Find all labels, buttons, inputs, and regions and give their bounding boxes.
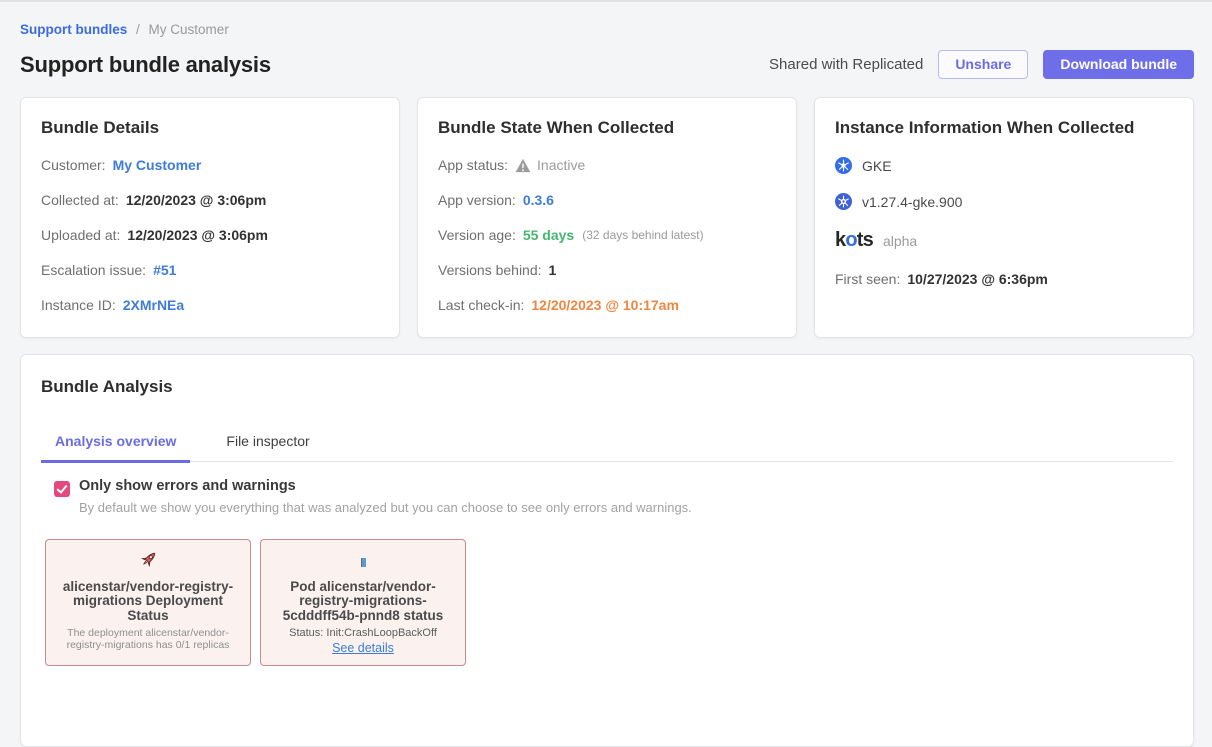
customer-row: Customer: My Customer — [41, 157, 379, 173]
see-details-link[interactable]: See details — [332, 641, 394, 655]
escalation-issue-link[interactable]: #51 — [153, 262, 176, 278]
bundle-state-title: Bundle State When Collected — [438, 118, 776, 138]
version-age-value: 55 days — [523, 227, 574, 243]
instance-info-card: Instance Information When Collected — [814, 97, 1194, 338]
errors-warnings-filter: Only show errors and warnings By default… — [54, 478, 1173, 515]
analysis-tabs: Analysis overview File inspector — [41, 425, 1173, 462]
breadcrumb-current: My Customer — [149, 22, 229, 37]
version-age-note: (32 days behind latest) — [582, 228, 703, 242]
escalation-issue-row: Escalation issue: #51 — [41, 262, 379, 278]
first-seen-value: 10/27/2023 @ 6:36pm — [907, 271, 1048, 287]
header-actions: Shared with Replicated Unshare Download … — [769, 50, 1194, 79]
collected-at-value: 12/20/2023 @ 3:06pm — [126, 192, 267, 208]
last-checkin-value: 12/20/2023 @ 10:17am — [531, 297, 679, 313]
app-version-row: App version: 0.3.6 — [438, 192, 776, 208]
error-icon-row — [269, 550, 457, 574]
collected-at-row: Collected at: 12/20/2023 @ 3:06pm — [41, 192, 379, 208]
shared-status-text: Shared with Replicated — [769, 56, 923, 73]
breadcrumb-separator: / — [136, 22, 140, 37]
breadcrumb-support-bundles-link[interactable]: Support bundles — [20, 22, 127, 37]
app-status-row: App status: Inactive — [438, 157, 776, 173]
bundle-details-title: Bundle Details — [41, 118, 379, 138]
kots-logo: kots — [835, 229, 873, 252]
last-checkin-row: Last check-in: 12/20/2023 @ 10:17am — [438, 297, 776, 313]
deployment-status-error-card[interactable]: alicenstar/vendor-registry-migrations De… — [45, 539, 251, 666]
support-bundle-page: Support bundles / My Customer Support bu… — [0, 2, 1212, 747]
kots-channel-value: alpha — [883, 233, 917, 249]
version-age-label: Version age: — [438, 227, 516, 243]
version-age-row: Version age: 55 days (32 days behind lat… — [438, 227, 776, 243]
kots-logo-k: k — [835, 229, 845, 251]
unshare-button[interactable]: Unshare — [938, 50, 1028, 79]
app-version-label: App version: — [438, 192, 516, 208]
errors-warnings-checkbox[interactable] — [54, 481, 70, 497]
bundle-analysis-card: Bundle Analysis Analysis overview File i… — [20, 354, 1194, 747]
error-card-description: The deployment alicenstar/vendor-registr… — [54, 627, 242, 652]
versions-behind-row: Versions behind: 1 — [438, 262, 776, 278]
k8s-version-value: v1.27.4-gke.900 — [862, 194, 962, 210]
pod-icon — [361, 558, 366, 567]
tab-analysis-overview[interactable]: Analysis overview — [41, 425, 190, 463]
app-version-link[interactable]: 0.3.6 — [523, 192, 554, 208]
bundle-state-card: Bundle State When Collected App status: … — [417, 97, 797, 338]
tab-file-inspector[interactable]: File inspector — [212, 425, 323, 463]
instance-id-label: Instance ID: — [41, 297, 116, 313]
error-card-title: alicenstar/vendor-registry-migrations De… — [54, 580, 242, 623]
app-status-label: App status: — [438, 157, 508, 173]
warning-icon — [515, 158, 531, 173]
distribution-value: GKE — [862, 158, 892, 174]
pod-status-error-card[interactable]: Pod alicenstar/vendor-registry-migration… — [260, 539, 466, 666]
versions-behind-label: Versions behind: — [438, 262, 542, 278]
uploaded-at-row: Uploaded at: 12/20/2023 @ 3:06pm — [41, 227, 379, 243]
uploaded-at-value: 12/20/2023 @ 3:06pm — [127, 227, 268, 243]
kots-row: kots alpha — [835, 229, 1173, 252]
bundle-details-card: Bundle Details Customer: My Customer Col… — [20, 97, 400, 338]
first-seen-row: First seen: 10/27/2023 @ 6:36pm — [835, 271, 1173, 287]
error-card-title: Pod alicenstar/vendor-registry-migration… — [269, 580, 457, 623]
page-header: Support bundle analysis Shared with Repl… — [20, 50, 1194, 79]
download-bundle-button[interactable]: Download bundle — [1043, 50, 1194, 79]
analysis-results: alicenstar/vendor-registry-migrations De… — [45, 539, 1173, 666]
kubernetes-icon — [835, 193, 852, 210]
instance-id-link[interactable]: 2XMrNEa — [123, 297, 184, 313]
breadcrumb: Support bundles / My Customer — [20, 2, 1194, 37]
k8s-version-row: v1.27.4-gke.900 — [835, 193, 1173, 210]
instance-id-row: Instance ID: 2XMrNEa — [41, 297, 379, 313]
versions-behind-value: 1 — [549, 262, 557, 278]
kots-logo-o: o — [845, 229, 856, 251]
error-icon-row — [54, 550, 242, 574]
customer-link[interactable]: My Customer — [113, 157, 202, 173]
summary-cards-row: Bundle Details Customer: My Customer Col… — [20, 97, 1194, 338]
last-checkin-label: Last check-in: — [438, 297, 524, 313]
escalation-issue-label: Escalation issue: — [41, 262, 146, 278]
app-status-value: Inactive — [537, 157, 585, 173]
kots-logo-ts: ts — [857, 229, 873, 251]
uploaded-at-label: Uploaded at: — [41, 227, 120, 243]
bundle-analysis-title: Bundle Analysis — [41, 377, 1173, 397]
customer-label: Customer: — [41, 157, 106, 173]
filter-label: Only show errors and warnings — [79, 478, 692, 494]
error-card-status: Status: Init:CrashLoopBackOff — [269, 627, 457, 639]
kubernetes-icon — [835, 157, 852, 174]
collected-at-label: Collected at: — [41, 192, 119, 208]
page-title: Support bundle analysis — [20, 52, 271, 78]
distribution-row: GKE — [835, 157, 1173, 174]
filter-description: By default we show you everything that w… — [79, 500, 692, 515]
rocket-icon — [138, 549, 159, 575]
instance-info-title: Instance Information When Collected — [835, 118, 1173, 138]
first-seen-label: First seen: — [835, 271, 900, 287]
